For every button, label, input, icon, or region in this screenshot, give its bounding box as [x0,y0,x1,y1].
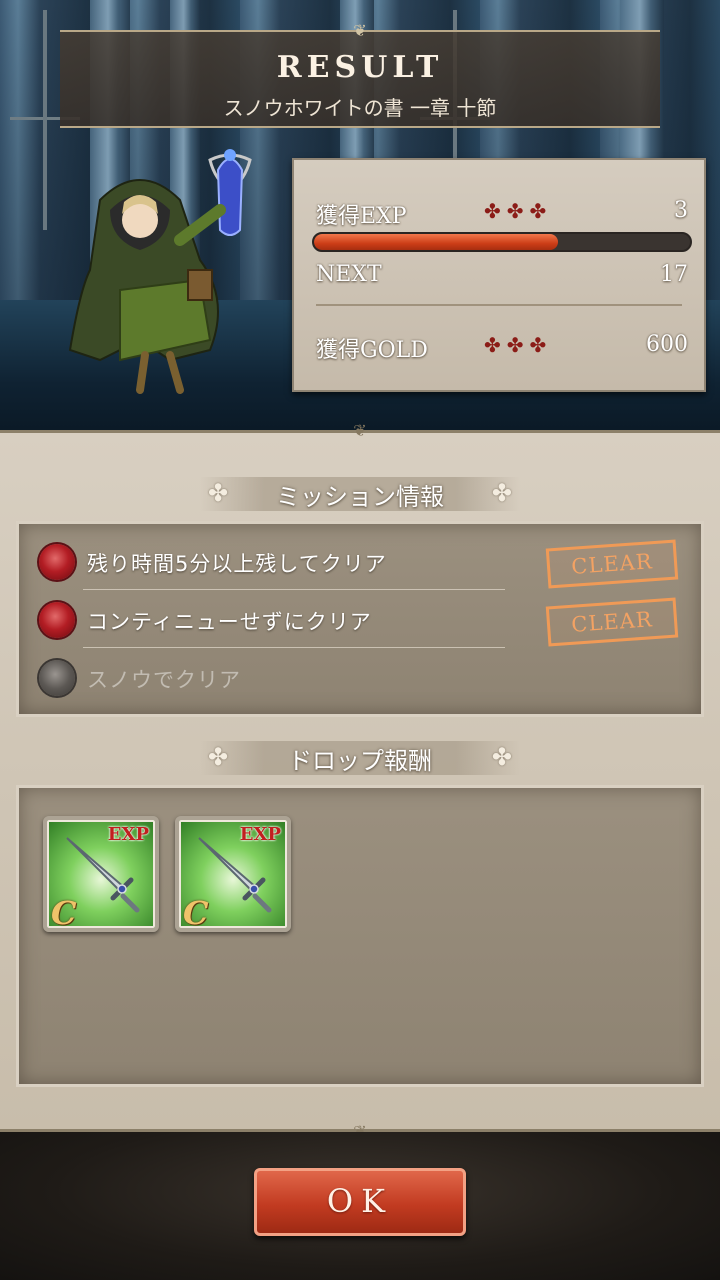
next-label: NEXT [316,262,382,287]
mission-text: コンティニューせずにクリア [87,610,372,634]
mission-text: スノウでクリア [87,668,241,692]
result-title-banner: ❦ RESULT スノウホワイトの書 一章 十節 [60,23,660,128]
banner-ornament-icon: ❦ [353,21,367,40]
rose-achieved-icon [39,602,75,638]
mission-item: コンティニューせずにクリア CLEAR [35,596,685,648]
top-ornament-icon: ❦ [353,421,367,440]
mission-divider [83,589,505,590]
chapter-subtitle: スノウホワイトの書 一章 十節 [223,96,497,120]
drop-heading: ✤ ドロップ報酬 ✤ [200,741,520,775]
exp-progress-bar [312,232,692,252]
exp-pips-icon: ✤✤✤ [484,199,553,223]
drop-reward-list: EXP C EXP C [16,785,704,1087]
gold-pips-icon: ✤✤✤ [484,333,553,357]
clear-stamp: CLEAR [545,539,679,589]
heading-ornament-left-icon: ✤ [208,743,229,771]
exp-label: 獲得EXP [316,204,407,229]
drop-item-rank: C [51,894,77,932]
rose-achieved-icon [39,544,75,580]
drop-item-card[interactable]: EXP C [175,816,291,932]
mission-list: 残り時間5分以上残してクリア CLEAR コンティニューせずにクリア CLEAR… [16,521,704,717]
result-parchment: ❦ ✤ ミッション情報 ✤ 残り時間5分以上残してクリア CLEAR コンティニ… [0,421,720,1141]
drop-item-tag: EXP [107,824,149,845]
drop-heading-text: ドロップ報酬 [288,747,432,775]
exp-value: 3 [674,198,688,223]
bottom-bar: OK [0,1132,720,1280]
next-value: 17 [660,262,688,287]
heading-ornament-left-icon: ✤ [208,479,229,507]
gold-label: 獲得GOLD [316,338,428,363]
mission-divider [83,647,505,648]
mission-heading-text: ミッション情報 [276,483,444,511]
clear-stamp: CLEAR [545,597,679,647]
rose-unachieved-icon [39,660,75,696]
mission-item: 残り時間5分以上残してクリア CLEAR [35,538,685,590]
stats-divider [316,304,682,306]
drop-item-rank: C [183,894,209,932]
exp-progress-fill [314,234,559,250]
mission-heading: ✤ ミッション情報 ✤ [200,477,520,511]
mission-text: 残り時間5分以上残してクリア [87,552,387,576]
heading-ornament-right-icon: ✤ [491,479,512,507]
drop-item-card[interactable]: EXP C [43,816,159,932]
mission-item: スノウでクリア [35,654,685,704]
lantern-icon [208,149,252,236]
gold-value: 600 [646,332,688,357]
heading-ornament-right-icon: ✤ [491,743,512,771]
ok-button[interactable]: OK [254,1168,466,1236]
reward-stats-panel: 獲得EXP ✤✤✤ 3 NEXT 17 獲得GOLD ✤✤✤ 600 [292,158,706,392]
result-title: RESULT [276,50,444,85]
character-sprite [68,149,252,394]
drop-item-tag: EXP [239,824,281,845]
